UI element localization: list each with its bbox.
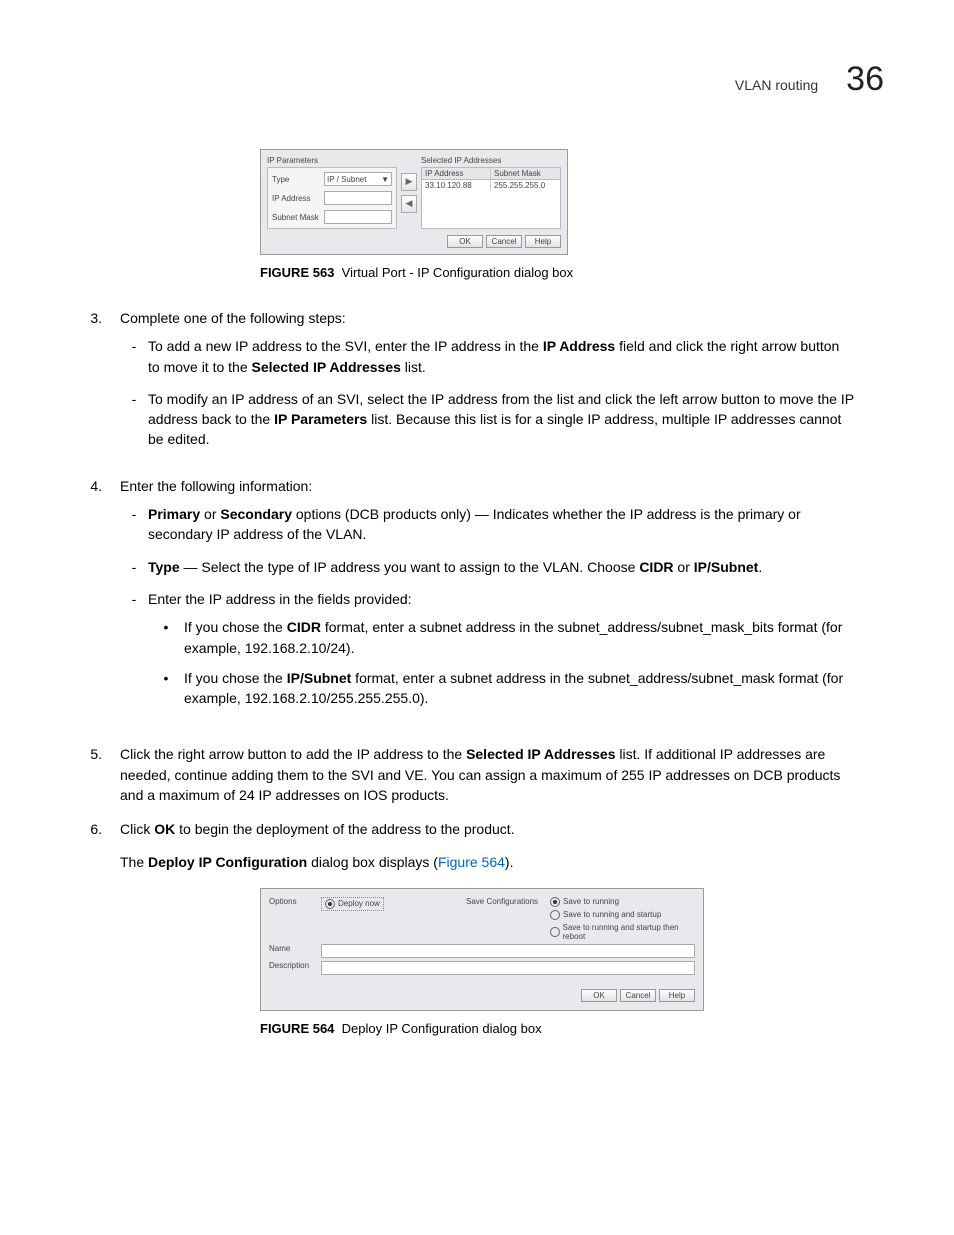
cancel-button[interactable]: Cancel: [486, 235, 522, 248]
follow-text: The Deploy IP Configuration dialog box d…: [120, 854, 894, 870]
ip-address-input[interactable]: [324, 191, 392, 205]
cancel-button[interactable]: Cancel: [620, 989, 656, 1002]
save-to-running-radio[interactable]: Save to running: [550, 897, 695, 907]
ip-config-dialog: IP Parameters Type IP / Subnet ▼ IP Addr…: [260, 149, 568, 255]
radio-icon: [550, 910, 560, 920]
chapter-number: 36: [846, 60, 884, 99]
step-number: 3.: [60, 308, 120, 462]
header-title: VLAN routing: [735, 77, 818, 93]
figure-563-caption: FIGURE 563 Virtual Port - IP Configurati…: [260, 265, 894, 280]
subnet-mask-label: Subnet Mask: [272, 213, 320, 222]
col-ip-address: IP Address: [422, 168, 491, 179]
help-button[interactable]: Help: [659, 989, 695, 1002]
step-number: 5.: [60, 744, 120, 805]
move-right-button[interactable]: ▶: [401, 173, 417, 191]
name-label: Name: [269, 944, 321, 953]
options-label: Options: [269, 897, 321, 906]
description-label: Description: [269, 961, 321, 970]
type-label: Type: [272, 175, 320, 184]
move-left-button[interactable]: ◀: [401, 195, 417, 213]
figure-564-link[interactable]: Figure 564: [438, 854, 505, 870]
step-number: 6.: [60, 819, 120, 839]
radio-selected-icon: [325, 899, 335, 909]
ok-button[interactable]: OK: [581, 989, 617, 1002]
type-select[interactable]: IP / Subnet ▼: [324, 172, 392, 186]
save-to-running-startup-reboot-radio[interactable]: Save to running and startup then reboot: [550, 923, 695, 941]
description-input[interactable]: [321, 961, 695, 975]
ip-parameters-title: IP Parameters: [267, 156, 397, 167]
ok-button[interactable]: OK: [447, 235, 483, 248]
radio-selected-icon: [550, 897, 560, 907]
page-header: VLAN routing 36: [60, 60, 894, 99]
selected-ips-title: Selected IP Addresses: [421, 156, 561, 167]
save-to-running-startup-radio[interactable]: Save to running and startup: [550, 910, 695, 920]
figure-564-caption: FIGURE 564 Deploy IP Configuration dialo…: [260, 1021, 894, 1036]
ip-address-label: IP Address: [272, 194, 320, 203]
step-number: 4.: [60, 476, 120, 731]
deploy-now-radio[interactable]: Deploy now: [321, 897, 384, 911]
deploy-ip-config-dialog: Options Deploy now Save Configurations S…: [260, 888, 704, 1011]
chevron-down-icon: ▼: [381, 175, 389, 184]
table-row[interactable]: 33.10.120.88 255.255.255.0: [422, 180, 560, 191]
selected-ips-table[interactable]: IP Address Subnet Mask 33.10.120.88 255.…: [421, 167, 561, 229]
name-input[interactable]: [321, 944, 695, 958]
subnet-mask-input[interactable]: [324, 210, 392, 224]
save-config-label: Save Configurations: [466, 897, 550, 906]
col-subnet-mask: Subnet Mask: [491, 168, 560, 179]
radio-icon: [550, 927, 560, 937]
help-button[interactable]: Help: [525, 235, 561, 248]
